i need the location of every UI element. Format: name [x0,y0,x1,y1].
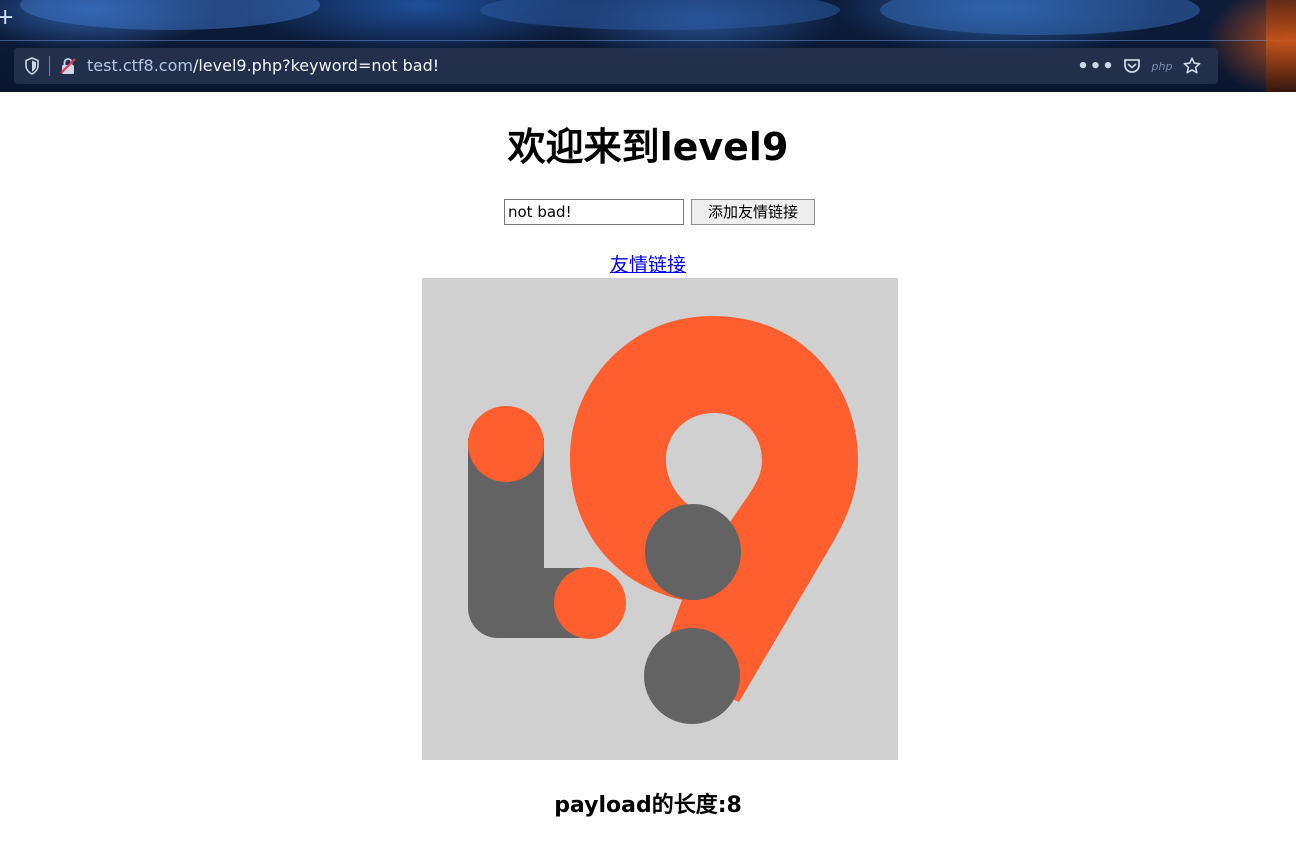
toolbar-divider [0,40,1296,41]
address-bar[interactable]: test.ctf8.com/level9.php?keyword=not bad… [14,48,1218,84]
url-text[interactable]: test.ctf8.com/level9.php?keyword=not bad… [87,56,439,76]
bookmark-star-icon[interactable] [1180,54,1204,78]
browser-toolbar: + test.ctf8.com/level9.php?keyword=not b… [0,0,1296,92]
url-host: test.ctf8.com [87,56,193,75]
page-title: 欢迎来到level9 [507,125,789,169]
new-tab-icon[interactable]: + [0,7,14,29]
payload-length: payload的长度:8 [554,793,742,818]
friend-link[interactable]: 友情链接 [610,254,686,276]
friend-link-container: 友情链接 [0,253,1296,277]
page-content: 欢迎来到level9 添加友情链接 友情链接 payload的长度:8 [0,92,1296,859]
level9-logo-icon [422,278,898,760]
address-bar-separator [49,56,50,76]
insecure-lock-icon[interactable] [58,56,78,76]
add-friend-link-button[interactable]: 添加友情链接 [691,199,815,225]
more-icon[interactable]: ••• [1077,54,1114,78]
background-streak [20,0,320,30]
theme-artwork [1266,0,1296,92]
url-path: /level9.php?keyword=not bad! [192,56,440,75]
pocket-icon[interactable] [1120,54,1144,78]
php-icon[interactable]: php [1150,54,1174,78]
background-streak [480,0,840,30]
keyword-input[interactable] [504,199,684,225]
tracking-shield-icon[interactable] [22,56,42,76]
background-streak [880,0,1200,35]
